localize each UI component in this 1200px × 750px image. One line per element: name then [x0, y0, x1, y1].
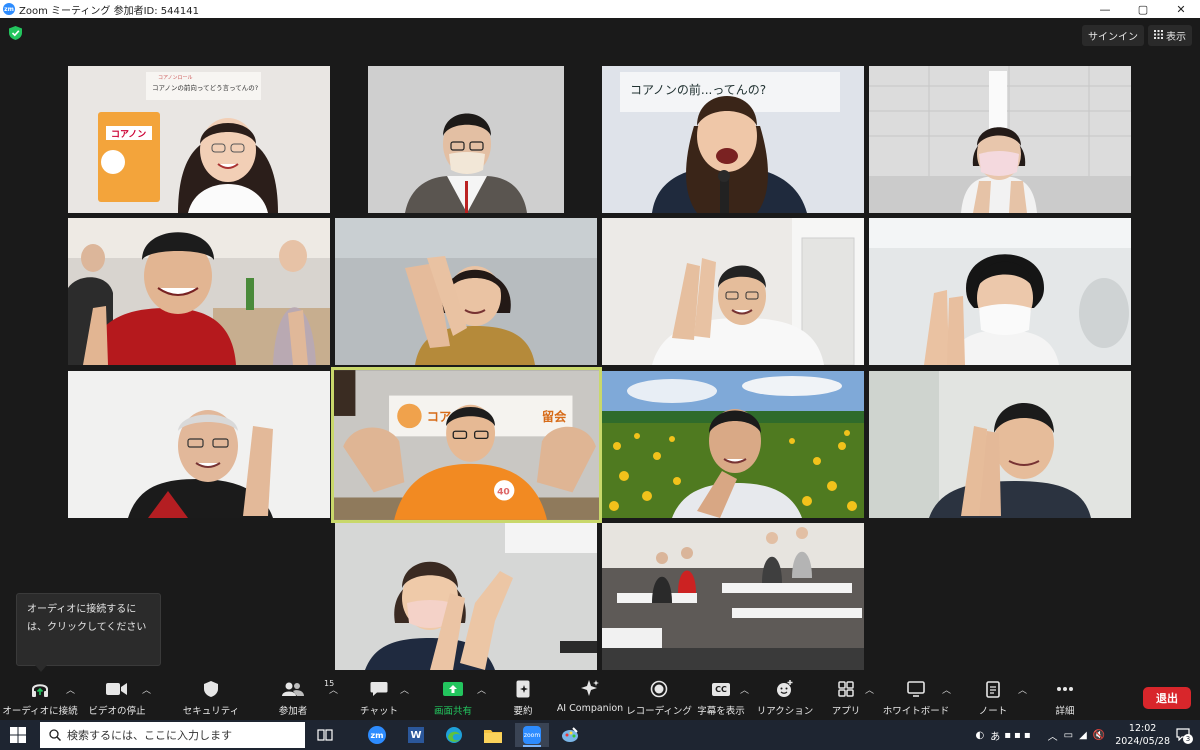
whiteboard-options-caret[interactable]: ︿: [942, 683, 951, 696]
video-tile-participant-12[interactable]: [869, 371, 1131, 518]
apps-options-caret[interactable]: ︿: [865, 683, 874, 696]
video-tile-participant-4[interactable]: [869, 66, 1131, 213]
grid-icon: [1154, 29, 1163, 42]
notes-options-caret[interactable]: ︿: [1018, 683, 1027, 696]
video-tile-participant-13[interactable]: [335, 523, 597, 670]
video-tile-participant-1[interactable]: コアノンロール コアノンの前向ってどう言ってんの? コアノン: [68, 66, 330, 213]
show-hidden-icons-caret[interactable]: ︿: [1048, 728, 1058, 743]
windows-taskbar: 検索するには、ここに入力します zm W zoom ◐ あ ▪▪▪ ︿ ▭ ◢ …: [0, 720, 1200, 750]
video-tile-participant-6[interactable]: [335, 218, 597, 365]
summary-document-icon: [516, 680, 529, 698]
task-view-icon[interactable]: [308, 723, 342, 747]
zoom-workplace-taskbar-icon[interactable]: zm: [360, 723, 394, 747]
audio-connect-button[interactable]: オーディオに接続: [2, 677, 78, 720]
view-button[interactable]: 表示: [1148, 25, 1192, 46]
sign-text: コアノンロール: [158, 75, 193, 81]
name-badge: 40: [497, 486, 510, 497]
sign-text: コアノンの前向ってどう言ってんの?: [152, 83, 258, 92]
minimize-button[interactable]: —: [1086, 0, 1124, 18]
paint-app-icon[interactable]: [553, 723, 587, 747]
system-tray: ◐ あ ▪▪▪ ︿ ▭ ◢ 🔇 12:02 2024/05/28 3: [976, 720, 1200, 750]
taskbar-search-box[interactable]: 検索するには、ここに入力します: [40, 722, 305, 748]
word-taskbar-icon[interactable]: W: [399, 723, 433, 747]
network-icon[interactable]: ◢: [1079, 730, 1087, 741]
zoom-meeting-taskbar-icon[interactable]: zoom: [515, 723, 549, 747]
edge-browser-icon[interactable]: [437, 723, 471, 747]
video-tile-participant-11[interactable]: [602, 371, 864, 518]
sparkle-icon: [581, 680, 599, 696]
zoom-app-icon: zm: [3, 3, 15, 15]
smiley-add-icon: [777, 680, 793, 697]
volume-muted-icon[interactable]: 🔇: [1093, 730, 1105, 741]
share-screen-icon: [443, 682, 463, 696]
cc-icon: CC: [712, 682, 730, 696]
whiteboard-button[interactable]: ホワイトボード: [883, 677, 949, 720]
participants-icon: [282, 682, 304, 696]
leave-meeting-button[interactable]: 退出: [1143, 687, 1191, 709]
video-tile-participant-9[interactable]: [68, 371, 330, 518]
apps-icon: [838, 681, 854, 697]
notification-count: 3: [1183, 734, 1193, 744]
notes-button[interactable]: ノート: [962, 677, 1024, 720]
video-tile-participant-14[interactable]: [602, 523, 864, 670]
reactions-button[interactable]: リアクション: [754, 677, 816, 720]
headphones-icon: [32, 684, 48, 697]
stop-video-button[interactable]: ビデオの停止: [86, 677, 148, 720]
video-tile-participant-5[interactable]: [68, 218, 330, 365]
notes-icon: [986, 680, 1000, 698]
product-label: コアノン: [111, 129, 146, 140]
share-options-caret[interactable]: ︿: [477, 683, 486, 696]
audio-connect-tooltip: オーディオに接続するに は、クリックしてください: [16, 593, 161, 672]
chat-options-caret[interactable]: ︿: [400, 683, 409, 696]
tray-app-icons[interactable]: ◐: [976, 730, 987, 741]
video-tile-participant-2[interactable]: [335, 66, 597, 213]
record-button[interactable]: レコーディング: [626, 677, 692, 720]
maximize-button[interactable]: ▢: [1124, 0, 1162, 18]
close-button[interactable]: ✕: [1162, 0, 1200, 18]
captions-options-caret[interactable]: ︿: [740, 683, 749, 696]
more-dots-icon: [1057, 687, 1073, 691]
video-tile-participant-7[interactable]: [602, 218, 864, 365]
security-button[interactable]: セキュリティ: [180, 677, 242, 720]
battery-icon[interactable]: ▭: [1064, 730, 1073, 741]
video-tile-participant-3[interactable]: コアノンの前...ってんの?: [602, 66, 864, 213]
file-explorer-icon[interactable]: [476, 723, 510, 747]
notifications-icon[interactable]: 3: [1176, 728, 1193, 744]
sign-text: コアノンの前...ってんの?: [630, 82, 766, 97]
taskbar-clock[interactable]: 12:02 2024/05/28: [1115, 722, 1170, 748]
video-camera-icon: [106, 683, 127, 695]
ai-companion-button[interactable]: AI Companion: [555, 677, 625, 720]
meeting-toolbar: オーディオに接続 ︿ ビデオの停止 ︿ セキュリティ 15 参加者 ︿ チャット…: [0, 677, 1200, 720]
window-titlebar: zm Zoom ミーティング 参加者ID: 544141 — ▢ ✕: [0, 0, 1200, 18]
windows-start-icon[interactable]: [10, 727, 26, 743]
search-icon: [49, 729, 61, 741]
video-tile-active-speaker[interactable]: コア 留会 40: [331, 367, 602, 523]
encryption-shield-icon[interactable]: [9, 26, 22, 40]
signin-button[interactable]: サインイン: [1082, 25, 1144, 46]
ime-indicator[interactable]: あ: [990, 728, 1000, 743]
video-tile-participant-8[interactable]: [869, 218, 1131, 365]
security-shield-icon: [204, 681, 218, 697]
sign-text: 留会: [542, 409, 567, 424]
record-icon: [650, 680, 668, 698]
share-screen-button[interactable]: 画面共有: [422, 677, 484, 720]
video-options-caret[interactable]: ︿: [142, 683, 151, 696]
summary-button[interactable]: 要約: [492, 677, 554, 720]
chat-bubble-icon: [370, 682, 388, 696]
window-title: Zoom ミーティング 参加者ID: 544141: [19, 5, 199, 17]
whiteboard-icon: [907, 681, 925, 697]
audio-options-caret[interactable]: ︿: [66, 683, 75, 696]
tray-overflow-icons[interactable]: ▪▪▪: [1004, 730, 1033, 741]
more-button[interactable]: 詳細: [1034, 677, 1096, 720]
participants-options-caret[interactable]: ︿: [329, 683, 338, 696]
participants-button[interactable]: 15 参加者: [262, 677, 334, 720]
